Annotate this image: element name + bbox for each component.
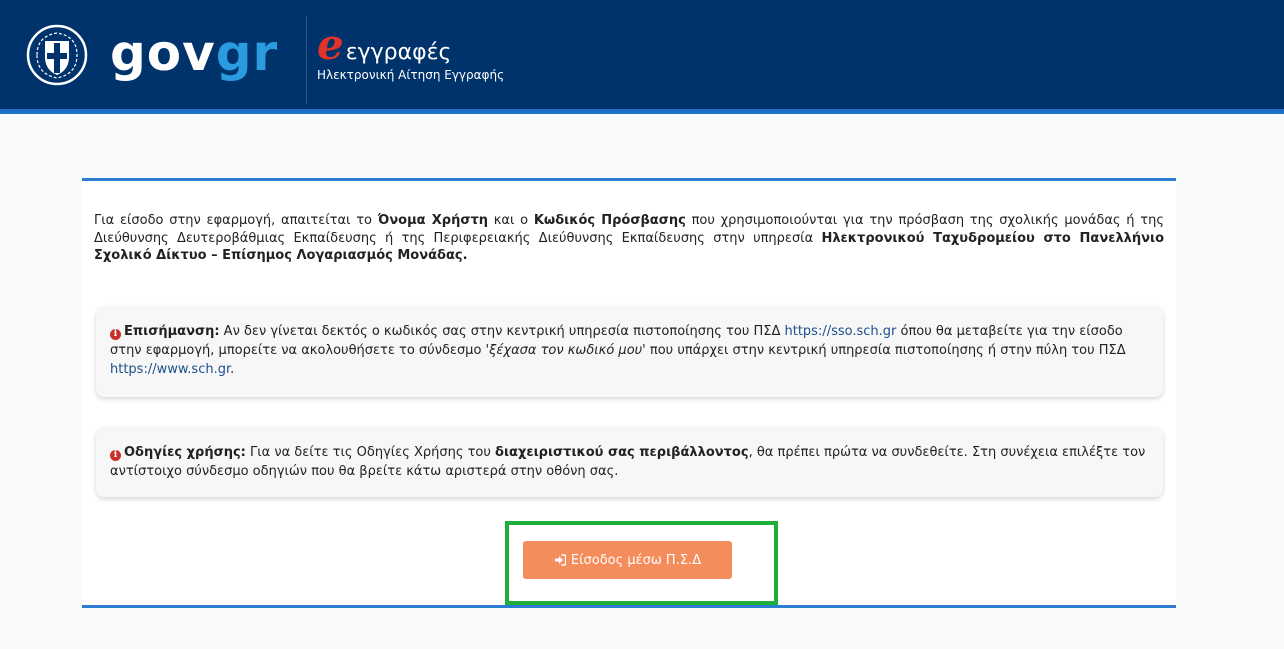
notice-1-text1: Αν δεν γίνεται δεκτός ο κωδικός σας στην…: [219, 324, 785, 339]
sso-link[interactable]: https://sso.sch.gr: [785, 324, 897, 339]
password-label: Κωδικός Πρόσβασης: [533, 213, 686, 228]
login-via-psd-button[interactable]: Είσοδος μέσω Π.Σ.Δ: [523, 541, 732, 579]
forgot-password-text: 'ξέχασα τον κωδικό μου': [485, 343, 646, 358]
header-divider: [306, 16, 307, 104]
app-initial: e: [317, 20, 344, 69]
notice-1-title: Επισήμανση:: [124, 324, 220, 339]
username-label: Όνομα Χρήστη: [377, 213, 489, 228]
intro-text: Για είσοδο στην εφαρμογή, απαιτείται το …: [94, 212, 1164, 265]
intro-part2: και ο: [488, 213, 534, 228]
site-header: govgr eεγγραφές Ηλεκτρονική Αίτηση Εγγρα…: [0, 0, 1284, 114]
notice-password: i Επισήμανση: Αν δεν γίνεται δεκτός ο κωδ…: [96, 306, 1163, 397]
notice-1-text3: που υπάρχει στην κεντρική υπηρεσία πιστο…: [645, 343, 1126, 358]
login-button-label: Είσοδος μέσω Π.Σ.Δ: [570, 552, 702, 568]
notice-instructions: i Οδηγίες χρήσης: Για να δείτε τις Οδηγίε…: [96, 427, 1163, 497]
sch-portal-link[interactable]: https://www.sch.gr: [110, 362, 230, 377]
greek-state-emblem-icon[interactable]: [26, 24, 88, 86]
sign-in-icon: [554, 554, 566, 566]
app-name: εγγραφές: [345, 40, 452, 65]
notice-2-bold: διαχειριστικού σας περιβάλλοντος: [495, 445, 749, 460]
notice-2-text1: Για να δείτε τις Οδηγίες Χρήσης του: [245, 445, 496, 460]
info-circle-icon: i: [110, 329, 121, 340]
govgr-logo-gr: gr: [215, 24, 279, 82]
login-info-card: Για είσοδο στην εφαρμογή, απαιτείται το …: [82, 178, 1176, 608]
intro-part1: Για είσοδο στην εφαρμογή, απαιτείται το: [94, 213, 378, 228]
app-subtitle: Ηλεκτρονική Αίτηση Εγγραφής: [317, 68, 505, 82]
app-brand[interactable]: eεγγραφές Ηλεκτρονική Αίτηση Εγγραφής: [317, 24, 505, 83]
notice-2-title: Οδηγίες χρήσης:: [124, 445, 246, 460]
notice-1-text4: .: [230, 362, 235, 377]
govgr-logo[interactable]: govgr: [110, 26, 278, 80]
govgr-logo-gov: gov: [110, 24, 216, 82]
info-circle-icon: i: [110, 450, 121, 461]
